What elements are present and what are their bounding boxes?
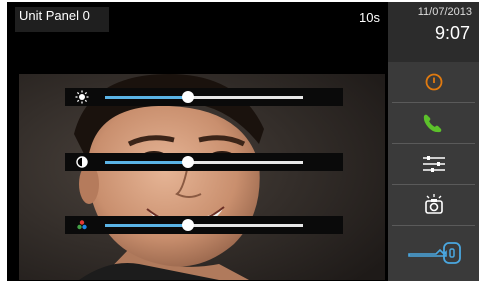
- unit-title: Unit Panel 0: [15, 7, 109, 32]
- brightness-slider[interactable]: [65, 88, 343, 106]
- camera-button[interactable]: [388, 185, 479, 225]
- slider-thumb[interactable]: [182, 219, 194, 231]
- sliders-icon: [422, 156, 445, 172]
- slider-track: [188, 161, 303, 164]
- color-dots-icon: [77, 220, 87, 230]
- date-label: 11/07/2013: [417, 6, 472, 18]
- contrast-slider[interactable]: [65, 153, 343, 171]
- call-button[interactable]: [388, 103, 479, 143]
- power-button[interactable]: [388, 62, 479, 102]
- intercom-screen: Unit Panel 0 10s 11/07/2013 9:07: [7, 2, 479, 281]
- phone-icon: [423, 114, 441, 133]
- call-timer: 10s: [359, 10, 380, 25]
- slider-fill: [105, 161, 188, 164]
- sun-icon: [75, 90, 89, 104]
- power-icon: [425, 73, 442, 91]
- settings-button[interactable]: [388, 144, 479, 184]
- door-open-button[interactable]: [388, 232, 479, 274]
- divider: [392, 225, 475, 226]
- contrast-icon: [76, 156, 88, 168]
- color-slider[interactable]: [65, 216, 343, 234]
- slider-track: [188, 96, 303, 99]
- slider-fill: [105, 96, 188, 99]
- control-panel: 11/07/2013 9:07: [388, 2, 479, 281]
- slider-track: [188, 224, 303, 227]
- clock-area: 11/07/2013 9:07: [388, 2, 479, 62]
- camera-icon: [424, 194, 443, 214]
- time-label: 9:07: [434, 23, 470, 43]
- slider-thumb[interactable]: [182, 91, 194, 103]
- slider-fill: [105, 224, 188, 227]
- slider-thumb[interactable]: [182, 156, 194, 168]
- key-icon: [407, 242, 461, 264]
